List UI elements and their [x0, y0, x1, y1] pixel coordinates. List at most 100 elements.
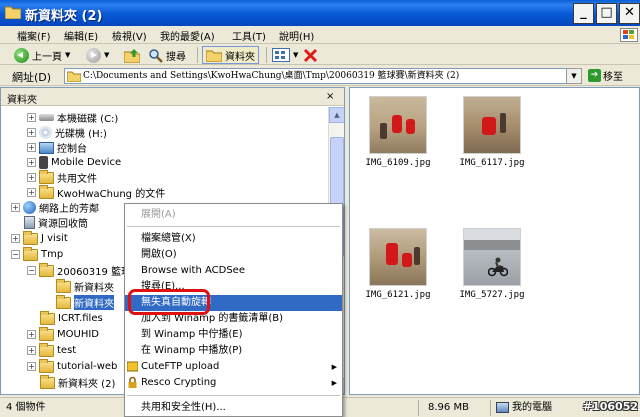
windows-logo-icon: [620, 28, 638, 42]
menu-item-sharing-security[interactable]: 共用和安全性(H)...: [125, 400, 342, 416]
tree-item-label: 20060319 籃球: [57, 267, 132, 278]
folder-icon: [56, 278, 71, 293]
menu-view[interactable]: 檢視(V): [112, 28, 147, 43]
expand-icon[interactable]: +: [27, 346, 36, 355]
tree-item[interactable]: 資源回收筒: [24, 215, 88, 230]
menu-item-cuteftp[interactable]: CuteFTP upload ▶: [125, 359, 342, 375]
address-dropdown-button[interactable]: ▼: [566, 68, 582, 84]
menu-item-explore[interactable]: 檔案總管(X): [125, 231, 342, 247]
status-location: 我的電腦: [496, 400, 552, 416]
back-label: 上一頁: [32, 51, 62, 63]
tree-item[interactable]: + tutorial-web: [27, 358, 117, 374]
expand-icon[interactable]: +: [27, 330, 36, 339]
expand-icon[interactable]: +: [27, 173, 36, 182]
up-folder-button[interactable]: [124, 46, 140, 64]
annotation-highlight: [128, 289, 210, 315]
go-button[interactable]: ➔ 移至: [588, 68, 623, 83]
tree-item[interactable]: + 控制台: [27, 140, 87, 155]
folder-icon: [39, 326, 54, 341]
menu-favorites[interactable]: 我的最愛(A): [160, 28, 215, 43]
expand-icon[interactable]: +: [27, 362, 36, 371]
chevron-down-icon: ▼: [571, 72, 577, 80]
menu-item-open[interactable]: 開啟(O): [125, 247, 342, 263]
folders-button[interactable]: 資料夾: [202, 46, 259, 64]
tree-item-label: KwoHwaChung 的文件: [57, 189, 166, 200]
maximize-button[interactable]: □: [596, 3, 617, 24]
menu-item-winamp-play[interactable]: 在 Winamp 中播放(P): [125, 343, 342, 359]
address-path: C:\Documents and Settings\KwoHwaChung\桌面…: [83, 71, 460, 81]
tree-item-label: test: [57, 345, 77, 356]
cd-drive-icon: [39, 126, 52, 139]
tree-item[interactable]: 新資料夾: [56, 294, 114, 310]
file-thumbnail[interactable]: IMG_6121.jpg: [360, 228, 436, 300]
menu-tools[interactable]: 工具(T): [232, 28, 266, 43]
tree-item[interactable]: + 光碟機 (H:): [27, 125, 107, 140]
tree-item[interactable]: + 本機磁碟 (C:): [27, 110, 118, 125]
tree-item[interactable]: − 20060319 籃球: [27, 262, 132, 278]
tree-item[interactable]: ICRT.files: [40, 310, 103, 326]
file-thumbnail[interactable]: IMG_6117.jpg: [454, 96, 530, 168]
tree-item-label: 共用文件: [57, 174, 97, 185]
close-icon[interactable]: ×: [326, 91, 334, 102]
back-arrow-icon: [14, 47, 29, 63]
expand-icon[interactable]: +: [11, 203, 20, 212]
status-size: 8.96 MB: [428, 402, 469, 413]
submenu-arrow-icon: ▶: [331, 363, 337, 371]
file-thumbnail[interactable]: IMG_6109.jpg: [360, 96, 436, 168]
tree-item[interactable]: + MOUHID: [27, 326, 99, 342]
cuteftp-icon: [127, 361, 138, 372]
tree-item[interactable]: 新資料夾: [56, 278, 114, 294]
title-bar[interactable]: 新資料夾 (2) _ □ ✕: [0, 0, 640, 26]
file-name: IMG_5727.jpg: [459, 290, 525, 300]
address-field[interactable]: C:\Documents and Settings\KwoHwaChung\桌面…: [64, 68, 582, 84]
menu-file[interactable]: 檔案(F): [17, 28, 51, 43]
chevron-down-icon: ▼: [65, 51, 71, 59]
tree-item[interactable]: + test: [27, 342, 77, 358]
delete-icon: [303, 48, 318, 62]
back-button[interactable]: 上一頁 ▼: [14, 46, 70, 64]
collapse-icon[interactable]: −: [11, 250, 20, 259]
forward-button[interactable]: ▼: [86, 46, 109, 64]
tree-item-label: 控制台: [57, 144, 87, 155]
tree-item[interactable]: 新資料夾 (2): [40, 374, 115, 390]
go-label: 移至: [603, 72, 623, 83]
file-view-pane: IMG_6109.jpg IMG_6117.jpg IMG_6121.jpg I…: [349, 87, 640, 395]
file-thumbnail[interactable]: IMG_5727.jpg: [454, 228, 530, 300]
expand-icon[interactable]: +: [27, 128, 36, 137]
menu-item-resco-crypting[interactable]: Resco Crypting ▶: [125, 375, 342, 391]
tree-item[interactable]: + Mobile Device: [27, 155, 121, 170]
views-button[interactable]: ▼: [272, 46, 298, 64]
minimize-button[interactable]: _: [573, 3, 594, 24]
search-button[interactable]: 搜尋: [148, 46, 186, 64]
folder-icon: [40, 374, 55, 389]
my-computer-icon: [496, 401, 509, 413]
delete-button[interactable]: [303, 46, 318, 64]
search-icon: [149, 48, 163, 63]
expand-icon[interactable]: +: [27, 188, 36, 197]
menu-item-expand[interactable]: 展開(A): [125, 207, 342, 223]
address-bar: 網址(D) C:\Documents and Settings\KwoHwaCh…: [0, 66, 640, 86]
scroll-up-button[interactable]: ▲: [329, 107, 344, 123]
network-icon: [23, 201, 36, 214]
tree-item[interactable]: + KwoHwaChung 的文件: [27, 184, 166, 200]
expand-icon[interactable]: +: [27, 113, 36, 122]
menu-edit[interactable]: 編輯(E): [64, 28, 98, 43]
collapse-icon[interactable]: −: [27, 266, 36, 275]
menu-item-winamp-enqueue[interactable]: 到 Winamp 中佇播(E): [125, 327, 342, 343]
menu-item-browse-acdsee[interactable]: Browse with ACDSee: [125, 263, 342, 279]
tree-item[interactable]: − Tmp: [11, 246, 63, 262]
expand-icon[interactable]: +: [11, 234, 20, 243]
tree-item[interactable]: + J visit: [11, 230, 68, 246]
file-name: IMG_6117.jpg: [459, 158, 525, 168]
expand-icon[interactable]: +: [27, 143, 36, 152]
tree-item[interactable]: + 共用文件: [27, 169, 97, 185]
close-button[interactable]: ✕: [619, 3, 640, 24]
tree-item-label: 新資料夾: [74, 283, 114, 294]
folder-icon: [39, 184, 54, 199]
expand-icon[interactable]: +: [27, 158, 36, 167]
recycle-bin-icon: [24, 216, 35, 229]
folder-icon: [56, 294, 71, 309]
tree-item[interactable]: + 網路上的芳鄰: [11, 200, 99, 215]
tree-item-label: 資源回收筒: [38, 219, 88, 230]
menu-help[interactable]: 說明(H): [279, 28, 314, 43]
